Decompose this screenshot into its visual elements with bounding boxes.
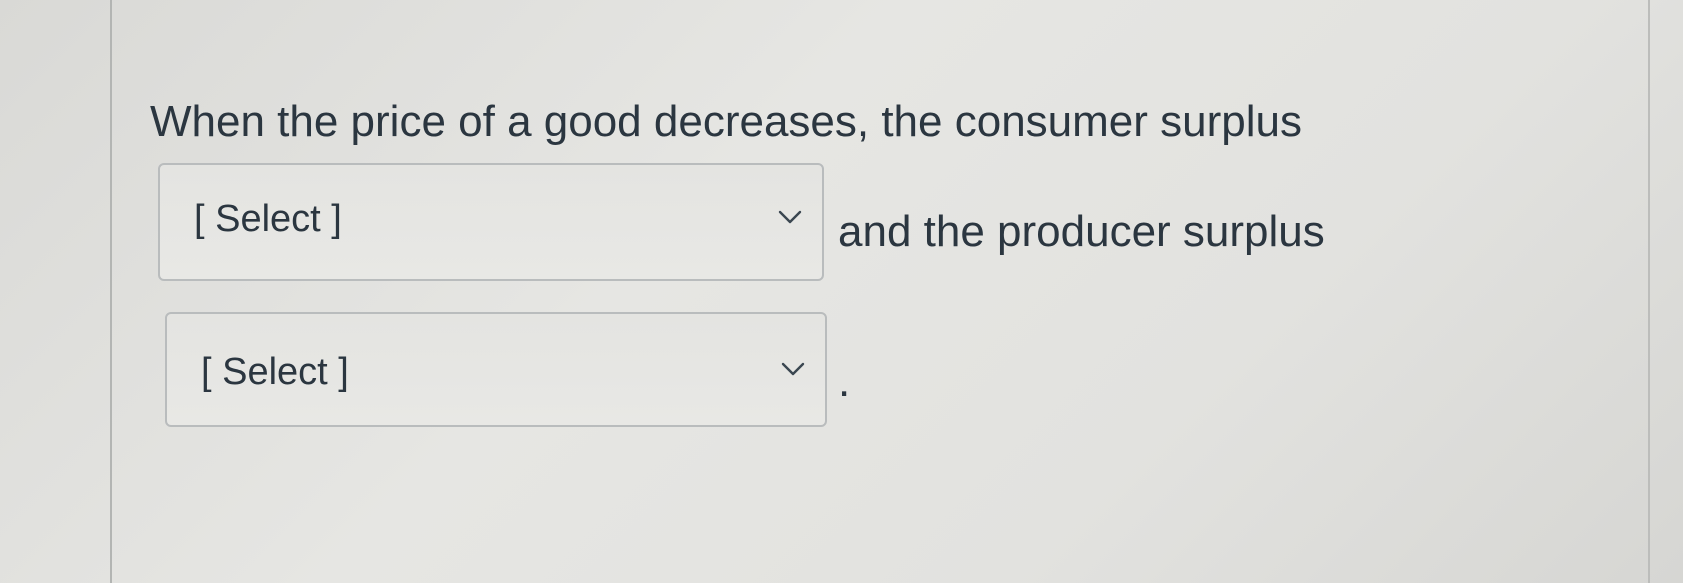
chevron-down-icon <box>781 361 805 377</box>
dropdown-selected-value: [ Select ] <box>194 198 342 240</box>
dropdown-selected-value: [ Select ] <box>201 351 349 393</box>
panel-left-border <box>110 0 112 583</box>
quiz-question-panel: When the price of a good decreases, the … <box>0 0 1683 583</box>
question-lead-text: When the price of a good decreases, the … <box>150 97 1302 146</box>
chevron-down-icon <box>778 209 802 225</box>
panel-right-border <box>1648 0 1650 583</box>
producer-surplus-dropdown[interactable]: [ Select ] <box>165 312 827 427</box>
question-middle-text: and the producer surplus <box>838 207 1325 256</box>
consumer-surplus-dropdown[interactable]: [ Select ] <box>158 163 824 281</box>
question-end-period: . <box>838 357 851 406</box>
